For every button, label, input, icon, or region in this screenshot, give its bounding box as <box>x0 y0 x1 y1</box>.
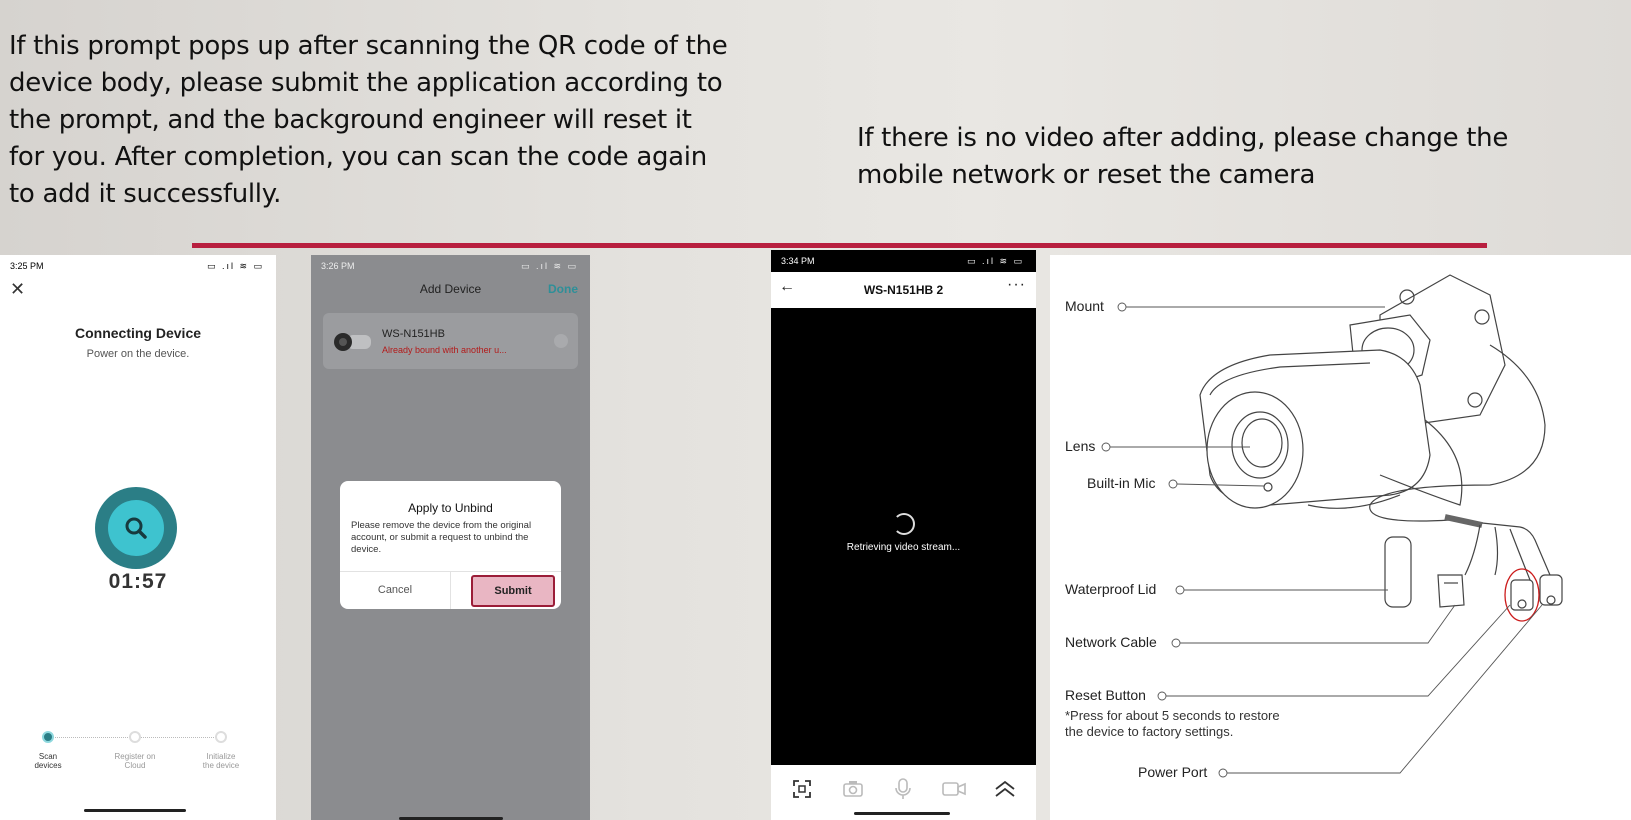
reset-footnote: *Press for about 5 seconds to restore th… <box>1065 708 1280 739</box>
step-dot-register <box>129 731 141 743</box>
video-status-message: Retrieving video stream... <box>846 542 961 553</box>
loading-spinner-icon <box>893 513 915 535</box>
label-power-port: Power Port <box>1138 764 1208 780</box>
status-bar: 3:26 PM ▭ .ıl ≋ ▭ <box>311 255 590 277</box>
device-select-radio[interactable] <box>554 334 568 348</box>
phone-live-view: 3:34 PM ▭ .ıl ≋ ▭ ← WS-N151HB 2 ··· Retr… <box>771 250 1036 820</box>
status-time: 3:25 PM <box>10 261 44 271</box>
status-icons: ▭ .ıl ≋ ▭ <box>520 260 578 271</box>
countdown-timer: 01:57 <box>108 570 168 593</box>
video-viewport[interactable]: Retrieving video stream... <box>771 308 1036 765</box>
label-waterproof-lid: Waterproof Lid <box>1065 581 1157 597</box>
submit-button[interactable]: Submit <box>471 575 555 607</box>
label-mount: Mount <box>1065 298 1104 314</box>
scanning-indicator <box>95 487 177 569</box>
status-time: 3:26 PM <box>321 261 355 271</box>
page-subtitle: Power on the device. <box>86 348 190 360</box>
phone-connecting-device: 3:25 PM ▭ .ıl ≋ ▭ ✕ Connecting Device Po… <box>0 255 276 820</box>
dialog-message: Please remove the device from the origin… <box>351 520 532 555</box>
label-reset-button: Reset Button <box>1065 687 1146 703</box>
cancel-button[interactable]: Cancel <box>340 571 450 609</box>
step-label-register: Register on Cloud <box>114 752 156 770</box>
close-icon[interactable]: ✕ <box>10 279 25 300</box>
camera-icon <box>334 333 371 351</box>
record-video-icon[interactable] <box>940 775 968 803</box>
fullscreen-icon[interactable] <box>788 775 816 803</box>
status-icons: ▭ .ıl ≋ ▭ <box>206 260 264 271</box>
instruction-text-left: If this prompt pops up after scanning th… <box>9 31 728 209</box>
device-title: WS-N151HB 2 <box>863 283 944 297</box>
phone-add-device: 3:26 PM ▭ .ıl ≋ ▭ Add Device Done WS-N15… <box>311 255 590 820</box>
step-dot-initialize <box>215 731 227 743</box>
label-network-cable: Network Cable <box>1065 634 1157 650</box>
dialog-button-divider <box>450 571 451 609</box>
step-label-initialize: Initialize the device <box>202 752 240 770</box>
label-built-in-mic: Built-in Mic <box>1087 475 1156 491</box>
accent-divider <box>192 243 1487 248</box>
device-list-item[interactable]: WS-N151HB Already bound with another u..… <box>323 313 578 369</box>
device-name: WS-N151HB <box>382 328 445 340</box>
done-button[interactable]: Done <box>548 282 578 296</box>
status-time: 3:34 PM <box>781 256 815 266</box>
more-icon[interactable]: ··· <box>1007 276 1026 294</box>
instruction-text-right: If there is no video after adding, pleas… <box>857 123 1509 190</box>
expand-up-icon[interactable] <box>991 775 1019 803</box>
home-indicator[interactable] <box>84 809 186 812</box>
status-bar: 3:25 PM ▭ .ıl ≋ ▭ <box>0 255 276 277</box>
status-bar: 3:34 PM ▭ .ıl ≋ ▭ <box>771 250 1036 272</box>
status-icons: ▭ .ıl ≋ ▭ <box>966 255 1024 266</box>
step-dot-scan <box>42 731 54 743</box>
dialog-title: Apply to Unbind <box>408 501 493 515</box>
step-label-scan: Scan devices <box>34 752 62 770</box>
search-icon <box>125 517 147 539</box>
unbind-dialog: Apply to Unbind Please remove the device… <box>340 481 561 609</box>
microphone-icon[interactable] <box>889 775 917 803</box>
page-title: Connecting Device <box>74 325 202 341</box>
nav-bar: ← WS-N151HB 2 ··· <box>771 272 1036 308</box>
home-indicator[interactable] <box>854 812 950 815</box>
snapshot-camera-icon[interactable] <box>839 775 867 803</box>
camera-parts-diagram: Mount Lens Built-in Mic Waterproof Lid N… <box>1050 255 1631 820</box>
label-lens: Lens <box>1065 438 1096 454</box>
device-bound-error: Already bound with another u... <box>382 345 507 355</box>
